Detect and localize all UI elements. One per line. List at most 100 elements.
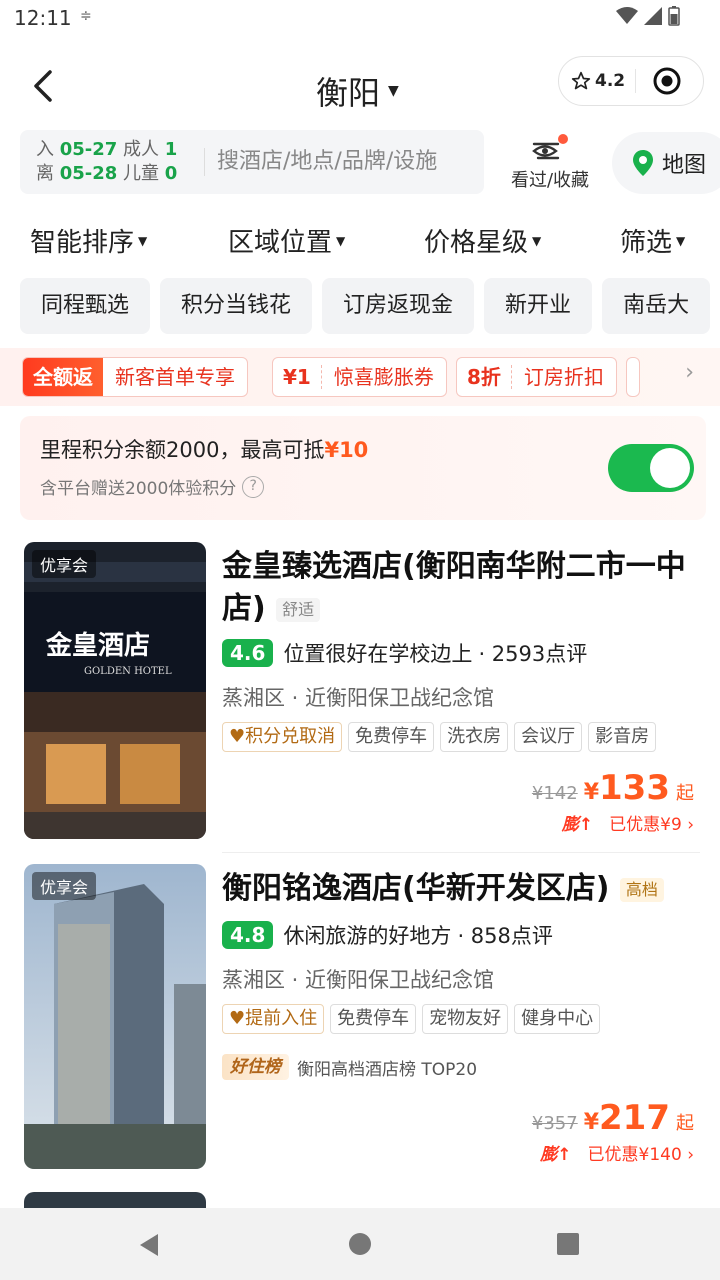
hotel-tags: ♥积分兑取消 免费停车 洗衣房 会议厅 影音房 <box>222 722 657 752</box>
sort-label: 智能排序 <box>30 228 135 258</box>
toggle-knob <box>650 448 690 488</box>
tag-points-cancel: ♥积分兑取消 <box>222 722 343 752</box>
sort-bar: 智能排序 ▼ 区域位置 ▼ 价格星级 ▼ 筛选 ▼ <box>0 216 720 264</box>
promo-bar: 全额返 新客首单专享 ¥1 惊喜膨胀券 8折 订房折扣 › <box>0 348 720 406</box>
hotel-rating-row: 4.6 位置很好在学校边上 · 2593点评 <box>222 638 587 668</box>
discount-amount: 已优惠¥9 › <box>609 815 694 835</box>
price-suffix: 起 <box>676 783 694 804</box>
help-icon[interactable]: ? <box>242 475 265 498</box>
nav-back-icon[interactable] <box>136 1232 162 1258</box>
price-row: ¥142 ¥133 起 <box>532 768 694 808</box>
discount-row[interactable]: 膨↑ 已优惠¥140 › <box>540 1140 694 1165</box>
hotel-name[interactable]: 衡阳铭逸酒店(华新开发区店) 高档 <box>222 868 700 910</box>
sort-label: 价格星级 <box>424 228 529 258</box>
hotel-grade-badge: 高档 <box>619 877 664 902</box>
rating-button[interactable]: 4.2 <box>559 71 635 91</box>
caret-down-icon: ▼ <box>532 233 542 248</box>
promo-tag: 全额返 <box>23 358 103 396</box>
chevron-right-icon[interactable]: › <box>685 360 694 385</box>
chip-tongcheng-select[interactable]: 同程甄选 <box>20 278 151 334</box>
chip-points[interactable]: 积分当钱花 <box>160 278 313 334</box>
status-bar: 12:11 ≑ <box>0 0 720 40</box>
hotel-photo[interactable]: 优享会 <box>24 864 206 1169</box>
chip-nanyue[interactable]: 南岳大 <box>602 278 711 334</box>
hotel-location: 蒸湘区 · 近衡阳保卫战纪念馆 <box>222 968 495 992</box>
search-input[interactable]: 搜酒店/地点/品牌/设施 <box>204 148 437 176</box>
capsule-divider <box>635 69 636 93</box>
city-selector[interactable]: 衡阳 ▼ <box>316 68 399 114</box>
price-suffix: 起 <box>676 1113 694 1134</box>
tag-parking: 免费停车 <box>348 722 435 752</box>
promo-tag: 8折 <box>467 365 501 389</box>
header: 衡阳 ▼ 4.2 <box>0 50 720 126</box>
tag-early-checkin: ♥提前入住 <box>222 1004 325 1034</box>
review-count: · 2593点评 <box>478 642 588 666</box>
adults-count: 1 <box>164 139 178 160</box>
map-button[interactable]: 地图 <box>612 132 720 194</box>
hotel-sign-en: GOLDEN HOTEL <box>84 666 172 677</box>
status-extra-icon: ≑ <box>80 8 92 24</box>
chip-new-open[interactable]: 新开业 <box>484 278 593 334</box>
notification-dot <box>558 134 568 144</box>
discount-text: 已优惠¥9 <box>609 815 682 835</box>
status-time: 12:11 <box>14 6 72 30</box>
discount-amount: 已优惠¥140 › <box>587 1145 694 1165</box>
price-row: ¥357 ¥217 起 <box>532 1098 694 1138</box>
checkout-label: 离 <box>36 163 54 184</box>
tag-meeting: 会议厅 <box>514 722 583 752</box>
ranking-row[interactable]: 好住榜 衡阳高档酒店榜 TOP20 <box>222 1054 477 1080</box>
adults-label: 成人 <box>123 139 160 160</box>
nav-home-icon[interactable] <box>348 1232 372 1256</box>
hotel-photo-image <box>24 864 206 1169</box>
chip-cashback[interactable]: 订房返现金 <box>322 278 475 334</box>
original-price: ¥357 <box>531 1113 578 1134</box>
tag-gym: 健身中心 <box>514 1004 601 1034</box>
sort-smart[interactable]: 智能排序 ▼ <box>30 222 147 259</box>
member-badge: 优享会 <box>32 872 97 900</box>
caret-down-icon: ▼ <box>336 233 346 248</box>
score-badge: 4.6 <box>222 639 274 667</box>
ranking-badge: 好住榜 <box>222 1054 289 1080</box>
boost-icon: 膨↑ <box>540 1145 572 1165</box>
promo-text: 惊喜膨胀券 <box>320 365 446 389</box>
search-box[interactable]: 入 05-27 成人 1 离 05-28 儿童 0 搜酒店/地点/品牌/设施 <box>20 130 484 194</box>
points-balance-text: 里程积分余额2000，最高可抵 <box>40 438 325 462</box>
points-max-amount: ¥10 <box>324 438 369 462</box>
location-pin-icon <box>633 150 653 176</box>
sort-label: 区域位置 <box>228 228 333 258</box>
points-toggle[interactable] <box>608 444 694 492</box>
hotel-name-text: 衡阳铭逸酒店(华新开发区店) <box>222 871 610 906</box>
hotel-location: 蒸湘区 · 近衡阳保卫战纪念馆 <box>222 686 495 710</box>
city-name: 衡阳 <box>316 74 381 112</box>
seen-favorites-button[interactable]: 看过/收藏 <box>506 130 594 194</box>
sort-area[interactable]: 区域位置 ▼ <box>228 222 345 259</box>
battery-icon <box>668 6 680 26</box>
boost-icon: 膨↑ <box>561 815 594 835</box>
hotel-name[interactable]: 金皇臻选酒店(衡阳南华附二市一中店) 舒适 <box>222 546 700 630</box>
promo-discount[interactable]: 8折 订房折扣 <box>456 357 617 397</box>
promo-new-customer[interactable]: 全额返 新客首单专享 <box>22 357 248 397</box>
checkout-date: 05-28 <box>59 163 118 184</box>
tag-text: 积分兑取消 <box>245 726 336 747</box>
review-highlight: 休闲旅游的好地方 <box>283 924 452 948</box>
target-icon[interactable] <box>652 66 682 96</box>
tag-cinema: 影音房 <box>588 722 657 752</box>
sort-filter[interactable]: 筛选 ▼ <box>620 222 685 259</box>
miniapp-capsule: 4.2 <box>558 56 704 106</box>
back-arrow-icon[interactable] <box>24 66 64 106</box>
tag-pet-friendly: 宠物友好 <box>422 1004 509 1034</box>
date-guest-selector[interactable]: 入 05-27 成人 1 离 05-28 儿童 0 <box>36 138 177 186</box>
checkin-label: 入 <box>36 139 54 160</box>
hotel-photo-image: 金皇酒店 GOLDEN HOTEL <box>24 542 206 839</box>
hotel-photo[interactable]: 金皇酒店 GOLDEN HOTEL 优享会 <box>24 542 206 839</box>
discount-row[interactable]: 膨↑ 已优惠¥9 › <box>562 810 694 835</box>
nav-recents-icon[interactable] <box>556 1232 580 1256</box>
currency-symbol: ¥ <box>583 780 600 805</box>
currency-symbol: ¥ <box>583 1110 600 1135</box>
tag-laundry: 洗衣房 <box>440 722 509 752</box>
promo-coupon[interactable]: ¥1 惊喜膨胀券 <box>272 357 447 397</box>
checkin-date: 05-27 <box>59 139 118 160</box>
star-icon <box>571 71 591 90</box>
review-highlight: 位置很好在学校边上 <box>283 642 473 666</box>
sort-price-star[interactable]: 价格星级 ▼ <box>424 222 541 259</box>
